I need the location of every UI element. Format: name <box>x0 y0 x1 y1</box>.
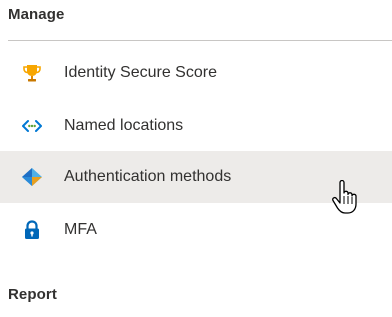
trophy-icon <box>21 62 43 84</box>
nav-item-named-locations[interactable]: Named locations <box>0 100 392 152</box>
section-header-manage: Manage <box>8 6 65 23</box>
nav-item-label: Authentication methods <box>64 168 232 185</box>
diamond-icon <box>21 166 43 188</box>
code-arrows-icon <box>21 115 43 137</box>
sidebar-nav: Manage Identity Secure Score Named locat… <box>0 0 392 317</box>
nav-item-identity-secure-score[interactable]: Identity Secure Score <box>0 47 392 99</box>
section-header-report: Report <box>8 286 57 303</box>
nav-item-label: Identity Secure Score <box>64 64 217 81</box>
lock-icon <box>21 219 43 241</box>
nav-item-label: MFA <box>64 221 97 238</box>
hand-pointer-icon <box>330 179 360 216</box>
section-divider <box>8 40 392 41</box>
nav-item-label: Named locations <box>64 117 184 134</box>
